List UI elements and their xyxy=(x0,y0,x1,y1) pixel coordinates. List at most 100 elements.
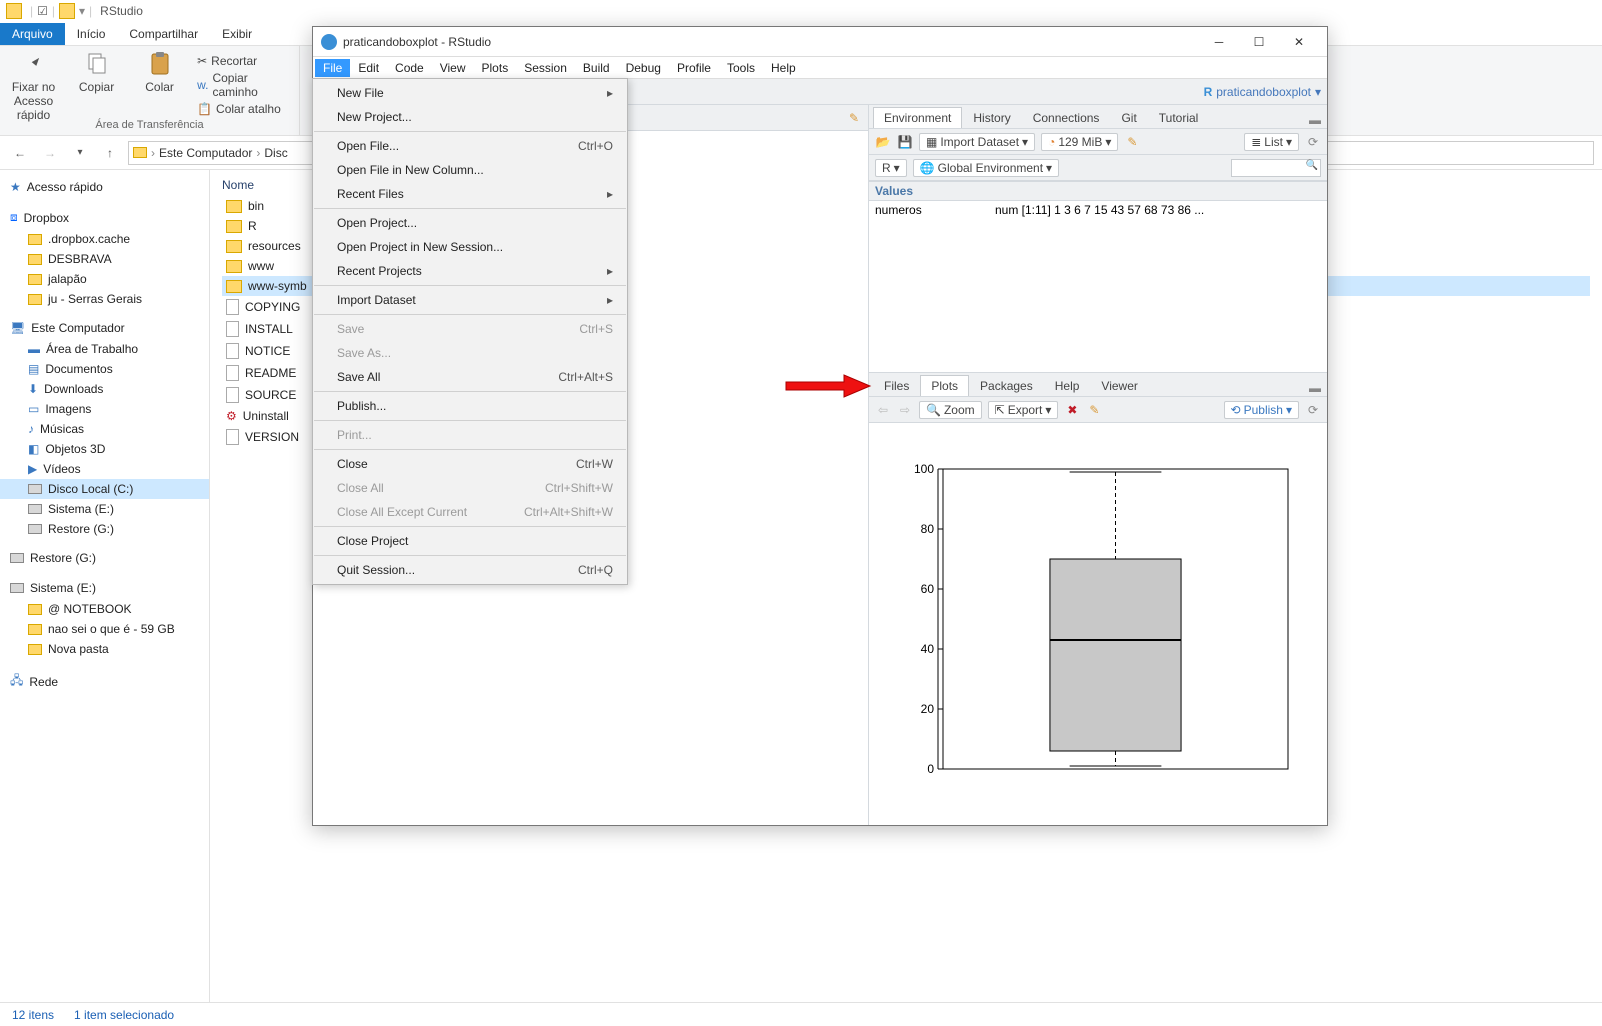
menu-edit[interactable]: Edit xyxy=(350,59,387,77)
sidebar-item-quick-access[interactable]: ★Acesso rápido xyxy=(0,176,209,198)
sidebar-item[interactable]: ▭Imagens xyxy=(0,399,209,419)
sidebar-item[interactable]: ♪Músicas xyxy=(0,419,209,439)
tab-plots[interactable]: Plots xyxy=(920,375,969,396)
load-workspace-icon[interactable]: 📂 xyxy=(875,134,891,150)
sidebar-item[interactable]: ⬇Downloads xyxy=(0,379,209,399)
menu-plots[interactable]: Plots xyxy=(474,59,517,77)
project-selector[interactable]: R praticandoboxplot ▾ xyxy=(1204,85,1321,99)
env-search-input[interactable] xyxy=(1231,159,1321,177)
refresh-icon[interactable]: ⟳ xyxy=(1305,402,1321,418)
nav-up-button[interactable]: ↑ xyxy=(98,141,122,165)
menu-profile[interactable]: Profile xyxy=(669,59,719,77)
sidebar-item[interactable]: ▬Área de Trabalho xyxy=(0,339,209,359)
ribbon-tab-exibir[interactable]: Exibir xyxy=(210,23,264,45)
maximize-button[interactable]: ☐ xyxy=(1239,28,1279,56)
sidebar-item[interactable]: DESBRAVA xyxy=(0,249,209,269)
tab-git[interactable]: Git xyxy=(1110,107,1147,128)
menu-help[interactable]: Help xyxy=(763,59,804,77)
ribbon-tab-arquivo[interactable]: Arquivo xyxy=(0,23,65,45)
nav-recent-button[interactable]: ▾ xyxy=(68,141,92,165)
clear-plots-icon[interactable]: ✎ xyxy=(1086,402,1102,418)
tab-viewer[interactable]: Viewer xyxy=(1090,375,1148,396)
menu-tools[interactable]: Tools xyxy=(719,59,763,77)
menu-view[interactable]: View xyxy=(432,59,474,77)
tab-files[interactable]: Files xyxy=(873,375,920,396)
scope-dropdown[interactable]: 🌐Global Environment ▾ xyxy=(913,159,1059,177)
tab-tutorial[interactable]: Tutorial xyxy=(1148,107,1210,128)
remove-plot-icon[interactable]: ✖ xyxy=(1064,402,1080,418)
list-view-dropdown[interactable]: ≣ List ▾ xyxy=(1244,133,1299,151)
clear-console-icon[interactable]: ✎ xyxy=(846,110,862,126)
menu-item[interactable]: New Project... xyxy=(313,105,627,129)
close-button[interactable]: ✕ xyxy=(1279,28,1319,56)
tab-help[interactable]: Help xyxy=(1044,375,1091,396)
menu-item[interactable]: Quit Session...Ctrl+Q xyxy=(313,558,627,582)
plot-next-icon[interactable]: ⇨ xyxy=(897,402,913,418)
menu-item[interactable]: Open Project... xyxy=(313,211,627,235)
menu-item[interactable]: New File▸ xyxy=(313,81,627,105)
pane-collapse-icon[interactable]: ▬ xyxy=(1307,112,1323,128)
save-workspace-icon[interactable]: 💾 xyxy=(897,134,913,150)
sidebar-item-rede[interactable]: 🖧Rede xyxy=(0,667,209,696)
plot-prev-icon[interactable]: ⇦ xyxy=(875,402,891,418)
menu-build[interactable]: Build xyxy=(575,59,618,77)
sidebar-item[interactable]: Nova pasta xyxy=(0,639,209,659)
menu-file[interactable]: File xyxy=(315,59,350,77)
breadcrumb[interactable]: Este Computador xyxy=(159,146,252,160)
refresh-icon[interactable]: ⟳ xyxy=(1305,134,1321,150)
copy-path-button[interactable]: w.Copiar caminho xyxy=(197,71,291,99)
menu-item[interactable]: Open File in New Column... xyxy=(313,158,627,182)
copy-button[interactable]: Copiar xyxy=(71,50,122,94)
clear-objects-icon[interactable]: ✎ xyxy=(1124,134,1140,150)
tab-packages[interactable]: Packages xyxy=(969,375,1044,396)
sidebar-item[interactable]: nao sei o que é - 59 GB xyxy=(0,619,209,639)
pane-collapse-icon[interactable]: ▬ xyxy=(1307,380,1323,396)
menu-item[interactable]: Save AllCtrl+Alt+S xyxy=(313,365,627,389)
menu-item[interactable]: Close Project xyxy=(313,529,627,553)
sidebar-item-restore[interactable]: Restore (G:) xyxy=(0,547,209,569)
export-dropdown[interactable]: ⇱Export ▾ xyxy=(988,401,1059,419)
sidebar-item-sistema[interactable]: Sistema (E:) xyxy=(0,577,209,599)
menu-item[interactable]: Recent Projects▸ xyxy=(313,259,627,283)
ribbon-tab-inicio[interactable]: Início xyxy=(65,23,118,45)
menu-debug[interactable]: Debug xyxy=(618,59,669,77)
memory-usage-button[interactable]: ◔129 MiB ▾ xyxy=(1041,133,1118,151)
menu-item[interactable]: Open File...Ctrl+O xyxy=(313,134,627,158)
pin-to-quick-access-button[interactable]: Fixar no Acesso rápido xyxy=(8,50,59,122)
sidebar-item-dropbox[interactable]: ⧈Dropbox xyxy=(0,206,209,229)
paste-shortcut-button[interactable]: 📋Colar atalho xyxy=(197,102,291,116)
sidebar-item[interactable]: .dropbox.cache xyxy=(0,229,209,249)
env-variable-row[interactable]: numeros num [1:11] 1 3 6 7 15 43 57 68 7… xyxy=(869,201,1327,219)
publish-dropdown[interactable]: ⟲Publish ▾ xyxy=(1224,401,1299,419)
sidebar-item[interactable]: ▤Documentos xyxy=(0,359,209,379)
qat-check-icon[interactable]: ☑ xyxy=(37,4,48,18)
ribbon-tab-compartilhar[interactable]: Compartilhar xyxy=(117,23,210,45)
breadcrumb[interactable]: Disc xyxy=(264,146,287,160)
sidebar-item-this-pc[interactable]: 🖥Este Computador xyxy=(0,317,209,339)
menu-item[interactable]: Publish... xyxy=(313,394,627,418)
qat-dropdown-icon[interactable]: ▾ xyxy=(79,4,85,18)
sidebar-item[interactable]: Sistema (E:) xyxy=(0,499,209,519)
tab-history[interactable]: History xyxy=(962,107,1021,128)
nav-forward-button[interactable]: → xyxy=(38,141,62,165)
menu-item[interactable]: CloseCtrl+W xyxy=(313,452,627,476)
sidebar-item[interactable]: ▶Vídeos xyxy=(0,459,209,479)
sidebar-item[interactable]: Restore (G:) xyxy=(0,519,209,539)
sidebar-item[interactable]: @ NOTEBOOK xyxy=(0,599,209,619)
menu-item[interactable]: Import Dataset▸ xyxy=(313,288,627,312)
cut-button[interactable]: ✂Recortar xyxy=(197,54,291,68)
menu-item[interactable]: Recent Files▸ xyxy=(313,182,627,206)
nav-back-button[interactable]: ← xyxy=(8,141,32,165)
paste-button[interactable]: Colar xyxy=(134,50,185,94)
menu-code[interactable]: Code xyxy=(387,59,432,77)
r-engine-dropdown[interactable]: R ▾ xyxy=(875,159,907,177)
menu-session[interactable]: Session xyxy=(516,59,575,77)
tab-environment[interactable]: Environment xyxy=(873,107,962,128)
tab-connections[interactable]: Connections xyxy=(1022,107,1111,128)
zoom-button[interactable]: 🔍Zoom xyxy=(919,401,982,419)
rstudio-titlebar[interactable]: praticandoboxplot - RStudio ─ ☐ ✕ xyxy=(313,27,1327,57)
sidebar-item[interactable]: jalapão xyxy=(0,269,209,289)
sidebar-item[interactable]: ◧Objetos 3D xyxy=(0,439,209,459)
sidebar-item[interactable]: ju - Serras Gerais xyxy=(0,289,209,309)
minimize-button[interactable]: ─ xyxy=(1199,28,1239,56)
